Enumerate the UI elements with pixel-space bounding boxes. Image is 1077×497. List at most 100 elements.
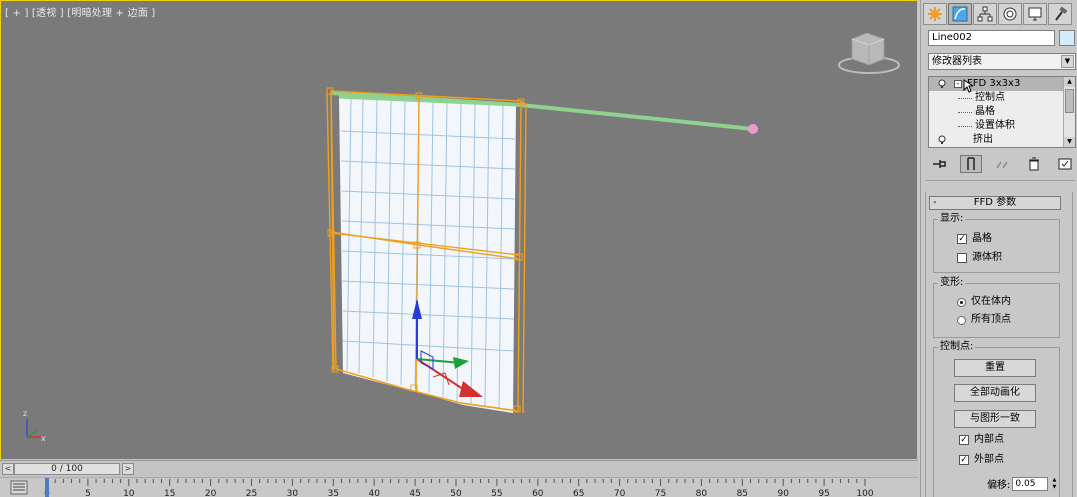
all-vertices-radio[interactable] xyxy=(957,315,966,325)
configure-sets-button[interactable] xyxy=(1054,155,1076,173)
viewport-label[interactable]: [ + ] [透视 ] [明暗处理 + 边面 ] xyxy=(5,4,155,19)
outside-points-checkbox[interactable]: ✓ xyxy=(959,455,969,465)
utilities-tab[interactable] xyxy=(1048,3,1072,25)
hammer-icon xyxy=(1055,6,1068,21)
ruler-tick-label: 100 xyxy=(856,489,873,497)
conform-to-shape-button[interactable]: 与图形一致 xyxy=(954,410,1036,428)
ruler-tick-label: 45 xyxy=(409,489,420,497)
ruler-tick-label: 30 xyxy=(287,489,299,497)
reset-button[interactable]: 重置 xyxy=(954,359,1036,377)
modifier-list-label: 修改器列表 xyxy=(932,56,982,67)
stack-item-ffd[interactable]: - FFD 3x3x3 xyxy=(929,77,1075,93)
ruler-tick-label: 50 xyxy=(450,489,462,497)
inside-volume-option[interactable]: 仅在体内 xyxy=(957,296,1011,308)
stack-item-lattice[interactable]: 晶格 xyxy=(929,105,1075,119)
modifier-stack[interactable]: - FFD 3x3x3 控制点 晶格 设置体积 挤出 ▲ ▼ xyxy=(928,76,1076,148)
source-volume-checkbox[interactable] xyxy=(957,253,967,263)
object-name-row: Line002 xyxy=(928,30,1076,46)
stack-toolbar xyxy=(928,154,1076,174)
inside-points-option[interactable]: ✓ 内部点 xyxy=(959,434,1004,446)
timeline-bar: < 0 / 100 > xyxy=(0,460,918,477)
svg-text:z: z xyxy=(23,409,27,418)
sun-icon xyxy=(928,7,942,21)
panel-divider xyxy=(925,180,1075,181)
app-window: z x [ + ] [透视 ] [明暗处理 + 边面 ] < 0 / 100 >… xyxy=(0,0,1077,497)
lightbulb-icon[interactable] xyxy=(937,79,947,89)
ruler-tick-label: 75 xyxy=(655,489,666,497)
ffd-parameters-header[interactable]: - FFD 参数 xyxy=(929,196,1061,210)
end-result-icon xyxy=(966,157,975,170)
perspective-viewport[interactable]: z x [ + ] [透视 ] [明暗处理 + 边面 ] xyxy=(0,0,918,460)
command-panel-tabs xyxy=(923,3,1072,25)
stack-scrollbar[interactable]: ▲ ▼ xyxy=(1063,77,1075,147)
modifier-list-dropdown[interactable]: 修改器列表 ▼ xyxy=(928,53,1076,70)
stack-item-extrude[interactable]: 挤出 xyxy=(929,133,1075,147)
world-axis-icon: z x xyxy=(23,409,46,443)
remove-modifier-button[interactable] xyxy=(1023,155,1045,173)
make-unique-button[interactable] xyxy=(991,155,1013,173)
display-group: 显示: xyxy=(933,213,1060,273)
next-frame-button[interactable]: > xyxy=(122,463,134,475)
ruler-tick-label: 5 xyxy=(85,489,91,497)
deform-group: 变形: xyxy=(933,277,1060,338)
motion-tab[interactable] xyxy=(998,3,1022,25)
ruler-tick-label: 80 xyxy=(696,489,708,497)
modify-tab[interactable] xyxy=(948,3,972,25)
offset-field[interactable]: 0.05 xyxy=(1012,476,1049,491)
offset-label: 偏移: xyxy=(987,480,1011,491)
scroll-thumb[interactable] xyxy=(1065,89,1074,113)
outside-points-option[interactable]: ✓ 外部点 xyxy=(959,454,1004,466)
scroll-up-icon[interactable]: ▲ xyxy=(1064,77,1075,87)
offset-spinner[interactable]: ▲ ▼ xyxy=(1050,477,1058,491)
all-vertices-option[interactable]: 所有顶点 xyxy=(957,314,1011,326)
trash-icon xyxy=(1028,157,1039,171)
inside-points-checkbox[interactable]: ✓ xyxy=(959,435,969,445)
animate-all-button[interactable]: 全部动画化 xyxy=(954,384,1036,402)
frame-ruler[interactable]: 0510152025303540455055606570758085909510… xyxy=(0,478,918,497)
ruler-tick-label: 35 xyxy=(328,489,339,497)
ruler-tick-label: 20 xyxy=(205,489,217,497)
ruler-tick-label: 65 xyxy=(573,489,584,497)
pin-stack-button[interactable] xyxy=(928,155,950,173)
svg-text:x: x xyxy=(41,434,46,443)
object-name-field[interactable]: Line002 xyxy=(928,30,1055,46)
ruler-tick-label: 60 xyxy=(532,489,544,497)
scroll-down-icon[interactable]: ▼ xyxy=(1064,137,1075,147)
chevron-down-icon: ▼ xyxy=(1061,55,1074,68)
viewcube[interactable] xyxy=(838,32,900,74)
stack-item-control-points[interactable]: 控制点 xyxy=(929,91,1075,105)
ruler-tick-label: 10 xyxy=(123,489,135,497)
stack-item-set-volume[interactable]: 设置体积 xyxy=(929,119,1075,133)
lattice-option[interactable]: ✓ 晶格 xyxy=(957,233,992,245)
object-color-swatch[interactable] xyxy=(1059,30,1075,46)
current-frame-marker[interactable] xyxy=(45,478,49,497)
pin-icon xyxy=(933,160,946,168)
ruler-tick-label: 85 xyxy=(737,489,748,497)
ruler-tick-label: 55 xyxy=(491,489,502,497)
configure-icon xyxy=(1058,158,1072,170)
lightbulb-icon[interactable] xyxy=(937,135,947,145)
hierarchy-icon xyxy=(977,6,993,22)
viewport-canvas[interactable]: z x xyxy=(1,1,918,460)
lattice-checkbox[interactable]: ✓ xyxy=(957,234,967,244)
collapse-icon[interactable]: - xyxy=(954,80,962,88)
monitor-icon xyxy=(1028,7,1042,21)
motion-icon xyxy=(1003,7,1017,21)
unique-icon xyxy=(996,161,1008,169)
offset-row: 偏移: 0.05 ▲ ▼ xyxy=(987,476,1058,491)
ruler-tick-label: 70 xyxy=(614,489,626,497)
ruler-tick-label: 25 xyxy=(246,489,257,497)
source-volume-option[interactable]: 源体积 xyxy=(957,252,1002,264)
command-panel: Line002 修改器列表 ▼ - FFD 3x3x3 控制点 晶格 设置体积 xyxy=(920,0,1077,497)
prev-frame-button[interactable]: < xyxy=(2,463,14,475)
ruler-tick-label: 90 xyxy=(777,489,789,497)
display-tab[interactable] xyxy=(1023,3,1047,25)
time-slider[interactable]: 0 / 100 xyxy=(14,463,120,475)
ruler-tick-label: 40 xyxy=(368,489,380,497)
show-end-result-button[interactable] xyxy=(959,155,982,173)
hierarchy-tab[interactable] xyxy=(973,3,997,25)
create-tab[interactable] xyxy=(923,3,947,25)
track-bar[interactable]: 0510152025303540455055606570758085909510… xyxy=(0,477,918,497)
inside-volume-radio[interactable] xyxy=(957,297,966,307)
ruler-tick-label: 95 xyxy=(818,489,829,497)
